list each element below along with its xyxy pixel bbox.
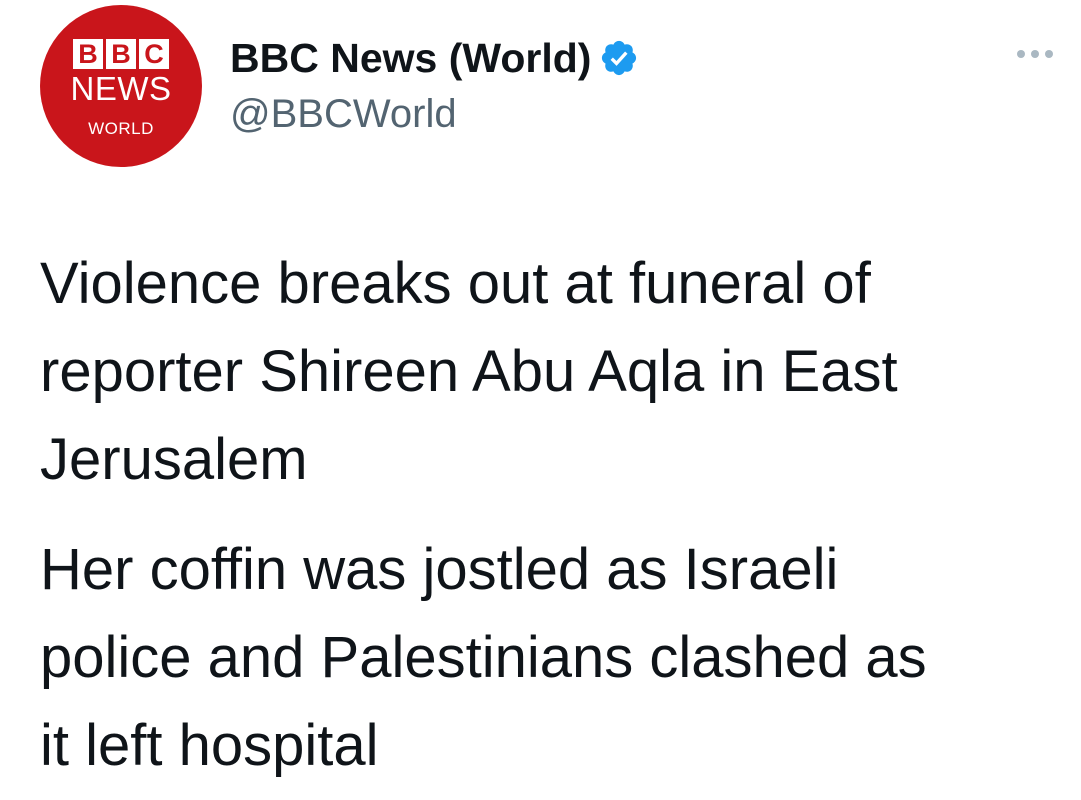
bbc-logo-letter: B [106,39,136,69]
more-dot [1031,50,1039,58]
bbc-logo-letter: B [73,39,103,69]
more-dot [1045,50,1053,58]
avatar[interactable]: B B C NEWS WORLD [40,5,202,167]
tweet-paragraph-detail: Her coffin was jostled as Israeli police… [40,537,927,778]
avatar-news-label: NEWS [70,70,172,107]
bbc-logo-letter: C [139,39,169,69]
avatar-world-label: WORLD [88,119,154,138]
bbc-logo-blocks: B B C [73,39,169,69]
tweet-text: Violence breaks out at funeral of report… [40,240,1050,790]
account-info: BBC News (World) @BBCWorld [230,32,639,137]
tweet-card: B B C NEWS WORLD BBC News (World) @BBCWo… [0,0,1081,800]
display-name[interactable]: BBC News (World) [230,35,591,82]
name-row: BBC News (World) [230,32,639,84]
tweet-paragraph-headline: Violence breaks out at funeral of report… [40,251,898,492]
handle[interactable]: @BBCWorld [230,92,639,137]
more-options-icon[interactable] [1017,50,1053,58]
more-dot [1017,50,1025,58]
verified-badge-icon [602,40,637,76]
